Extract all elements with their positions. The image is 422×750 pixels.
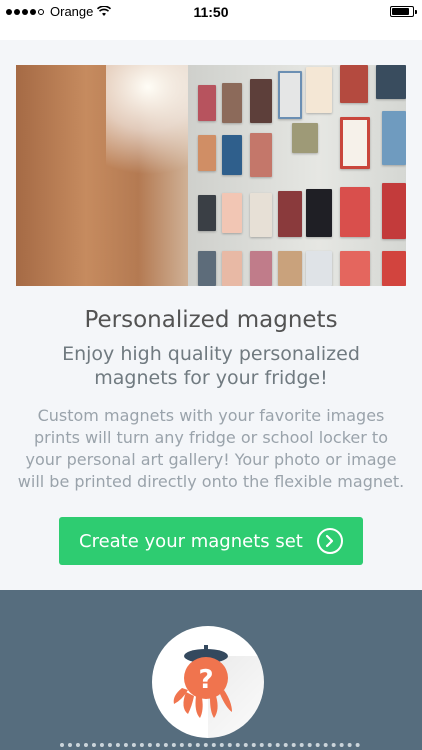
- status-bar: Orange 11:50: [0, 0, 422, 24]
- hero-image: [16, 65, 406, 286]
- create-magnets-set-button[interactable]: Create your magnets set: [59, 517, 363, 565]
- page-subtitle: Enjoy high quality personalized magnets …: [62, 343, 360, 389]
- octopus-question-icon: ?: [173, 645, 232, 718]
- footer-section: ?: [0, 590, 422, 750]
- next-section-heading-peek: [60, 743, 360, 750]
- chevron-right-circle-icon: [317, 528, 343, 554]
- svg-text:?: ?: [198, 665, 213, 695]
- top-band: [0, 24, 422, 40]
- fridge-door: [188, 65, 406, 286]
- status-time: 11:50: [193, 4, 229, 20]
- battery-icon: [390, 6, 417, 17]
- description-text: Custom magnets with your favorite images…: [17, 406, 405, 491]
- cta-label: Create your magnets set: [79, 530, 303, 552]
- mascot-avatar: ?: [152, 626, 264, 738]
- page-title: Personalized magnets: [84, 307, 338, 333]
